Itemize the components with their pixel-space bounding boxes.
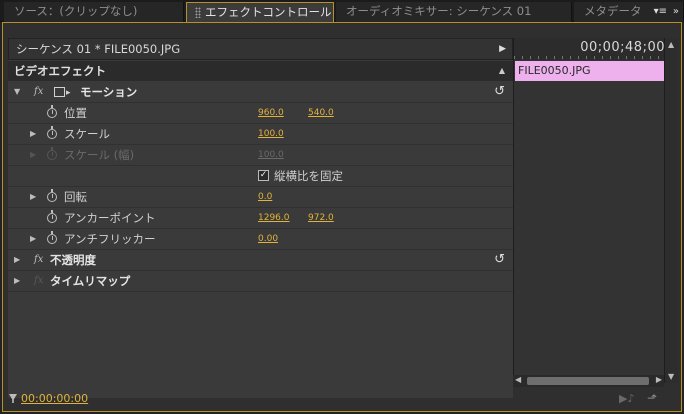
drag-grip-icon[interactable] bbox=[195, 7, 201, 18]
ruler-ticks bbox=[514, 56, 665, 59]
property-row-uniform-scale: ✓ 縦横比を固定 bbox=[8, 166, 513, 187]
stopwatch-icon[interactable] bbox=[47, 189, 57, 202]
clip-header-label: シーケンス 01 * FILE0050.JPG bbox=[16, 42, 181, 56]
stopwatch-icon[interactable] bbox=[47, 105, 57, 118]
stopwatch-icon[interactable] bbox=[47, 231, 57, 244]
filter-icon[interactable] bbox=[9, 394, 17, 403]
stopwatch-icon[interactable] bbox=[47, 126, 57, 139]
horizontal-scrollbar[interactable]: ◀ ▶ bbox=[513, 375, 664, 387]
expand-right-icon[interactable]: ▶ bbox=[30, 187, 36, 207]
stopwatch-icon bbox=[47, 147, 57, 160]
mini-timeline: 00;00;48;00 FILE0050.JPG bbox=[513, 38, 665, 383]
uniform-scale-checkbox[interactable]: ✓ bbox=[258, 170, 269, 181]
footer-bar: 00:00:00:00 ▶♪ ⬏ bbox=[5, 389, 681, 411]
property-row-position: 位置 960.0 540.0 bbox=[8, 103, 513, 124]
expand-right-icon[interactable]: ▶ bbox=[30, 124, 36, 144]
property-row-rotation: ▶ 回転 0.0 bbox=[8, 187, 513, 208]
tab-source[interactable]: ソース：(クリップなし) bbox=[4, 2, 184, 22]
transform-icon[interactable] bbox=[54, 83, 71, 103]
scroll-up-icon[interactable]: ▲ bbox=[668, 40, 674, 49]
expand-down-icon[interactable]: ▼ bbox=[14, 82, 20, 102]
scroll-down-icon[interactable]: ▼ bbox=[668, 372, 674, 381]
effect-controls-panel: シーケンス 01 * FILE0050.JPG ▶ ビデオエフェクト ▲ ▼ f… bbox=[2, 22, 682, 412]
time-ruler[interactable]: 00;00;48;00 bbox=[514, 38, 665, 60]
property-row-scale: ▶ スケール 100.0 bbox=[8, 124, 513, 145]
tab-metadata[interactable]: メタデータ ▾≡ » bbox=[574, 2, 684, 22]
play-audio-icon[interactable]: ▶♪ bbox=[619, 392, 634, 405]
time-remap-label: タイムリマップ bbox=[50, 274, 131, 288]
current-timecode[interactable]: 00:00:00:00 bbox=[21, 392, 88, 405]
vertical-scrollbar[interactable]: ▲ ▼ bbox=[664, 38, 678, 383]
reset-icon[interactable]: ↺ bbox=[494, 82, 505, 102]
panel-menu-icon[interactable]: ▾≡ bbox=[654, 2, 667, 21]
timeline-clip-name: FILE0050.JPG bbox=[518, 64, 591, 77]
panel-tab-bar: ソース：(クリップなし) エフェクトコントロール× オーディオミキサー: シーケ… bbox=[0, 0, 684, 23]
anchor-x-value[interactable]: 1296.0 bbox=[258, 208, 290, 228]
scale-value[interactable]: 100.0 bbox=[258, 124, 284, 144]
expand-right-icon[interactable]: ▶ bbox=[30, 229, 36, 249]
collapse-up-icon[interactable]: ▲ bbox=[499, 61, 505, 81]
fx-toggle-icon: fx bbox=[34, 275, 44, 286]
clip-header: シーケンス 01 * FILE0050.JPG ▶ bbox=[8, 38, 513, 60]
property-row-anchor-point: アンカーポイント 1296.0 972.0 bbox=[8, 208, 513, 229]
property-row-anti-flicker: ▶ アンチフリッカー 0.00 bbox=[8, 229, 513, 250]
tab-effect-controls-label: エフェクトコントロール bbox=[205, 5, 332, 19]
panel-overflow-icon[interactable]: » bbox=[673, 2, 679, 21]
show-timeline-icon[interactable]: ▶ bbox=[499, 39, 506, 59]
position-x-value[interactable]: 960.0 bbox=[258, 103, 284, 123]
tab-audio-mixer-label: オーディオミキサー: シーケンス 01 bbox=[346, 4, 532, 18]
scroll-right-icon[interactable]: ▶ bbox=[656, 375, 662, 384]
position-y-value[interactable]: 540.0 bbox=[308, 103, 334, 123]
timeline-clip[interactable]: FILE0050.JPG bbox=[515, 61, 664, 81]
expand-right-icon[interactable]: ▶ bbox=[14, 250, 20, 270]
rotation-value[interactable]: 0.0 bbox=[258, 187, 272, 207]
scroll-left-icon[interactable]: ◀ bbox=[515, 375, 521, 384]
export-icon[interactable]: ⬏ bbox=[647, 391, 657, 405]
effect-list: シーケンス 01 * FILE0050.JPG ▶ ビデオエフェクト ▲ ▼ f… bbox=[8, 38, 513, 398]
tab-audio-mixer[interactable]: オーディオミキサー: シーケンス 01 bbox=[336, 2, 572, 22]
scale-width-value: 100.0 bbox=[258, 150, 284, 160]
scale-label: スケール bbox=[64, 127, 110, 141]
position-label: 位置 bbox=[64, 106, 87, 120]
video-effects-header: ビデオエフェクト ▲ bbox=[8, 61, 513, 81]
effect-row-motion[interactable]: ▼ fx モーション ↺ bbox=[8, 82, 513, 103]
effect-row-opacity[interactable]: ▶ fx 不透明度 ↺ bbox=[8, 250, 513, 271]
uniform-scale-label: 縦横比を固定 bbox=[274, 169, 343, 183]
tab-source-label: ソース：(クリップなし) bbox=[14, 4, 138, 18]
opacity-label: 不透明度 bbox=[50, 253, 96, 267]
anchor-y-value[interactable]: 972.0 bbox=[308, 208, 334, 228]
rotation-label: 回転 bbox=[64, 190, 87, 204]
expand-right-icon: ▶ bbox=[30, 150, 37, 159]
scale-width-label: スケール (幅) bbox=[64, 148, 135, 162]
fx-toggle-icon[interactable]: fx bbox=[34, 250, 43, 270]
reset-icon[interactable]: ↺ bbox=[494, 250, 505, 270]
fx-toggle-icon[interactable]: fx bbox=[34, 82, 43, 102]
tab-effect-controls[interactable]: エフェクトコントロール× bbox=[186, 2, 345, 23]
timeline-timecode: 00;00;48;00 bbox=[580, 40, 665, 55]
scrollbar-thumb[interactable] bbox=[527, 377, 649, 385]
anti-flicker-value[interactable]: 0.00 bbox=[258, 229, 278, 249]
motion-label: モーション bbox=[80, 85, 138, 99]
anti-flicker-label: アンチフリッカー bbox=[64, 232, 156, 246]
video-effects-title: ビデオエフェクト bbox=[14, 64, 106, 78]
tab-metadata-label: メタデータ bbox=[584, 4, 642, 18]
property-row-scale-width: ▶ スケール (幅) 100.0 bbox=[8, 145, 513, 166]
stopwatch-icon[interactable] bbox=[47, 210, 57, 223]
effect-row-time-remap[interactable]: ▶ fx タイムリマップ bbox=[8, 271, 513, 292]
expand-right-icon[interactable]: ▶ bbox=[14, 271, 20, 291]
anchor-point-label: アンカーポイント bbox=[64, 211, 156, 225]
